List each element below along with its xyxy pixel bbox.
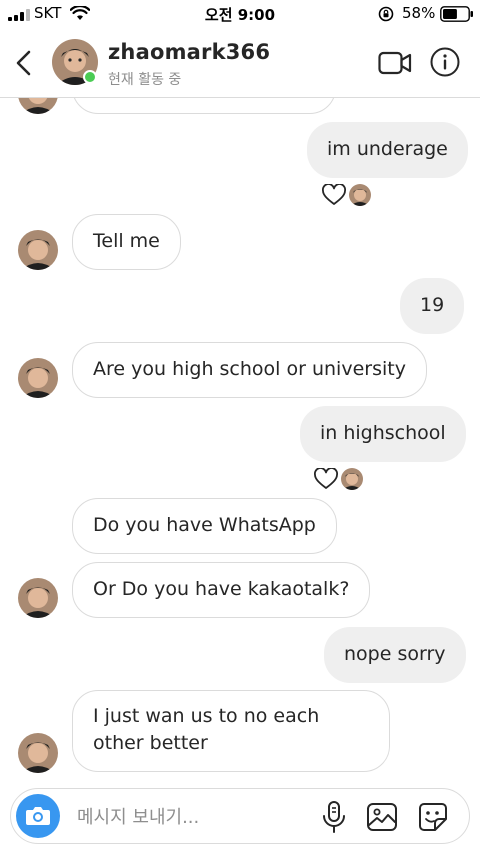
battery-icon xyxy=(440,6,473,22)
info-icon[interactable] xyxy=(430,47,460,77)
heart-icon[interactable] xyxy=(322,184,346,206)
microphone-icon[interactable] xyxy=(319,800,349,834)
message-bubble-outgoing[interactable]: 19 xyxy=(400,278,465,334)
sender-avatar xyxy=(18,733,58,773)
active-status: 현재 활동 중 xyxy=(108,72,182,88)
online-indicator xyxy=(83,70,97,84)
heart-icon[interactable] xyxy=(314,468,338,490)
message-composer xyxy=(10,788,470,844)
sticker-icon[interactable] xyxy=(417,801,449,833)
battery-percentage: 58% xyxy=(402,4,436,22)
reaction-avatar xyxy=(349,184,371,206)
dm-conversation-screen: SKT 오전 9:00 58% zhaomark366 현재 활동 중 im u… xyxy=(0,0,480,854)
message-input[interactable] xyxy=(77,804,307,830)
sender-avatar xyxy=(18,578,58,618)
message-bubble-outgoing[interactable]: nope sorry xyxy=(324,627,466,683)
message-bubble-outgoing[interactable]: im underage xyxy=(307,122,468,178)
back-chevron-icon[interactable] xyxy=(10,46,38,80)
message-bubble-incoming[interactable]: Or Do you have kakaotalk? xyxy=(72,562,371,618)
chat-username[interactable]: zhaomark366 xyxy=(108,40,270,64)
message-bubble-incoming[interactable]: Do you have WhatsApp xyxy=(72,498,337,554)
reaction-avatar xyxy=(341,468,363,490)
camera-icon xyxy=(26,807,50,825)
message-bubble-incoming[interactable]: Tell me xyxy=(72,214,181,270)
sender-avatar xyxy=(18,358,58,398)
message-bubble-outgoing[interactable]: in highschool xyxy=(300,406,466,462)
chat-header: zhaomark366 현재 활동 중 xyxy=(0,28,480,98)
sender-avatar xyxy=(18,230,58,270)
message-bubble-incoming[interactable]: Are you high school or university xyxy=(72,342,427,398)
video-camera-icon[interactable] xyxy=(378,50,412,76)
orientation-lock-icon xyxy=(378,6,394,22)
message-bubble-incoming[interactable]: I just wan us to no each other better xyxy=(72,690,390,772)
camera-button[interactable] xyxy=(16,794,60,838)
status-bar: SKT 오전 9:00 58% xyxy=(0,0,480,28)
gallery-icon[interactable] xyxy=(366,801,398,833)
